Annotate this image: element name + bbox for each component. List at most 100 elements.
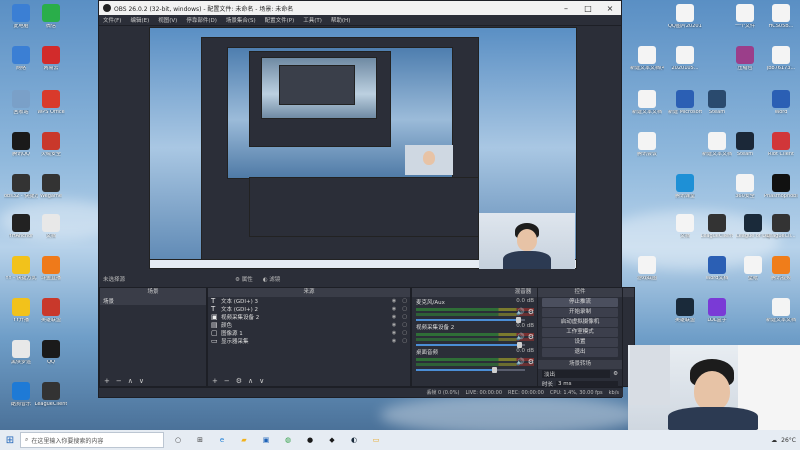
transition-type-select[interactable]: 淡出: [542, 370, 611, 378]
gear-icon[interactable]: ⚙: [528, 333, 534, 341]
source-item[interactable]: T 文本 (GDI+) 3 ◉ ▢: [208, 297, 410, 305]
add-source-icon[interactable]: +: [212, 377, 218, 385]
taskbar-search-box[interactable]: ⌕ 在这里输入你要搜索的内容: [20, 432, 164, 448]
speaker-icon[interactable]: 🔊: [516, 333, 525, 341]
desktop-icon[interactable]: 360安全: [728, 174, 762, 214]
source-settings-icon[interactable]: ⚙: [236, 377, 242, 385]
source-item[interactable]: T 文本 (GDI+) 2 ◉ ▢: [208, 305, 410, 313]
speaker-icon[interactable]: 🔊: [516, 358, 525, 366]
move-up-icon[interactable]: ∧: [248, 377, 253, 385]
scene-item[interactable]: 场景: [100, 297, 206, 305]
desktop-icon[interactable]: Word文档: [700, 256, 734, 296]
desktop-icon[interactable]: 回收站: [4, 90, 38, 130]
desktop-icon[interactable]: Word: [764, 90, 798, 130]
visibility-eye-icon[interactable]: ◉: [392, 322, 396, 328]
source-item[interactable]: ▢ 图像源 1 ◉ ▢: [208, 329, 410, 337]
desktop-icon[interactable]: 腾讯视频: [764, 256, 798, 296]
maximize-button[interactable]: □: [577, 4, 599, 13]
desktop-icon[interactable]: 火绒安全: [34, 132, 68, 172]
menu-file[interactable]: 文件(F): [103, 16, 121, 24]
desktop-icon[interactable]: 一个文件: [728, 4, 762, 44]
lock-icon[interactable]: ▢: [402, 306, 407, 312]
desktop-icon[interactable]: 新建文本文档(4): [630, 46, 664, 86]
desktop-icon[interactable]: 腾讯课堂: [668, 174, 702, 214]
source-item[interactable]: ▭ 显示器采集 ◉ ▢: [208, 337, 410, 345]
desktop-icon[interactable]: Steam: [700, 90, 734, 130]
visibility-eye-icon[interactable]: ◉: [392, 298, 396, 304]
desktop-icon[interactable]: YHAnchor: [4, 214, 38, 254]
visibility-eye-icon[interactable]: ◉: [392, 330, 396, 336]
add-scene-icon[interactable]: +: [104, 377, 110, 385]
volume-slider[interactable]: [416, 317, 525, 323]
menu-docks[interactable]: 停靠部件(D): [186, 16, 217, 24]
desktop-icon[interactable]: 腾讯会议: [630, 132, 664, 172]
menu-view[interactable]: 视图(V): [158, 16, 177, 24]
menu-edit[interactable]: 编辑(E): [130, 16, 149, 24]
move-down-icon[interactable]: ∨: [259, 377, 264, 385]
source-item[interactable]: ▣ 视频采集设备 2 ◉ ▢: [208, 313, 410, 321]
terminal-icon[interactable]: ◆: [324, 433, 340, 447]
control-button[interactable]: 工作室模式: [542, 328, 618, 337]
visibility-eye-icon[interactable]: ◉: [392, 338, 396, 344]
desktop-icon[interactable]: Phasmophobia: [764, 174, 798, 214]
filters-button[interactable]: ◐ 滤镜: [263, 275, 281, 283]
visibility-eye-icon[interactable]: ◉: [392, 314, 396, 320]
lock-icon[interactable]: ▢: [402, 298, 407, 304]
desktop-icon[interactable]: Steam: [728, 132, 762, 172]
folder-icon[interactable]: ▭: [368, 433, 384, 447]
desktop-icon[interactable]: obs32 - 快捷方式: [4, 174, 38, 214]
weather-temperature[interactable]: 26°C: [781, 437, 796, 444]
move-up-icon[interactable]: ∧: [128, 377, 133, 385]
desktop-icon[interactable]: 酷狗音乐: [4, 382, 38, 422]
desktop-icon[interactable]: LeagueCli...: [764, 214, 798, 254]
edge-icon[interactable]: e: [214, 433, 230, 447]
volume-slider[interactable]: [416, 367, 525, 373]
visibility-eye-icon[interactable]: ◉: [392, 306, 396, 312]
desktop-icon[interactable]: LeagueClient: [700, 214, 734, 254]
desktop-icon[interactable]: 新建文本文档: [764, 298, 798, 338]
speaker-icon[interactable]: 🔊: [516, 308, 525, 316]
desktop-icon[interactable]: HCS05B...: [764, 4, 798, 44]
remove-scene-icon[interactable]: −: [116, 377, 122, 385]
menu-tools[interactable]: 工具(T): [303, 16, 322, 24]
desktop-icon[interactable]: 新建 Microsoft Word 文档: [668, 90, 702, 130]
desktop-icon[interactable]: LeagueClient: [34, 382, 68, 422]
desktop-icon[interactable]: YY开播: [4, 298, 38, 338]
desktop-icon[interactable]: WPS Office: [34, 90, 68, 130]
desktop-icon[interactable]: 英雄联盟: [34, 298, 68, 338]
desktop-icon[interactable]: 黑侠梦遥: [4, 340, 38, 380]
desktop-icon[interactable]: 游戏截图: [630, 256, 664, 296]
volume-slider[interactable]: [416, 342, 525, 348]
desktop-icon[interactable]: 英雄联盟: [668, 298, 702, 338]
menu-profile[interactable]: 配置文件(P): [265, 16, 295, 24]
control-button[interactable]: 设置: [542, 338, 618, 347]
desktop-icon[interactable]: 斗鱼直播: [34, 256, 68, 296]
source-item[interactable]: ▤ 颜色 ◉ ▢: [208, 321, 410, 329]
desktop-icon[interactable]: 腾讯QQ: [4, 132, 38, 172]
control-button[interactable]: 开始录制: [542, 308, 618, 317]
lock-icon[interactable]: ▢: [402, 338, 407, 344]
control-button[interactable]: 停止推流: [542, 298, 618, 307]
gear-icon[interactable]: ⚙: [528, 308, 534, 316]
obs-preview-canvas[interactable]: [149, 27, 577, 269]
desktop-icon[interactable]: 此电脑: [4, 4, 38, 44]
desktop-icon[interactable]: 文档: [668, 214, 702, 254]
desktop-icon[interactable]: 压缩包: [728, 46, 762, 86]
properties-button[interactable]: ⚙ 属性: [235, 275, 253, 283]
control-button[interactable]: 退出: [542, 348, 618, 357]
remove-source-icon[interactable]: −: [224, 377, 230, 385]
desktop-icon[interactable]: 网络: [4, 46, 38, 86]
chrome-icon[interactable]: ◍: [280, 433, 296, 447]
desktop-icon[interactable]: 新建文本文档: [630, 90, 664, 130]
desktop-icon[interactable]: 2020105...: [668, 46, 702, 86]
desktop-icon[interactable]: Wegame: [34, 174, 68, 214]
obs-titlebar[interactable]: OBS 26.0.2 (32-bit, windows) - 配置文件: 未命名…: [99, 1, 621, 15]
store-icon[interactable]: ▣: [258, 433, 274, 447]
desktop-icon[interactable]: Jbb76173...: [764, 46, 798, 86]
desktop-icon[interactable]: Riot Client: [764, 132, 798, 172]
close-button[interactable]: ×: [599, 4, 621, 13]
desktop-icon[interactable]: 微信: [34, 4, 68, 44]
desktop-icon[interactable]: YY - 快捷方式: [4, 256, 38, 296]
transition-settings-icon[interactable]: ⚙: [613, 371, 618, 377]
desktop-icon[interactable]: LOL盒子: [700, 298, 734, 338]
